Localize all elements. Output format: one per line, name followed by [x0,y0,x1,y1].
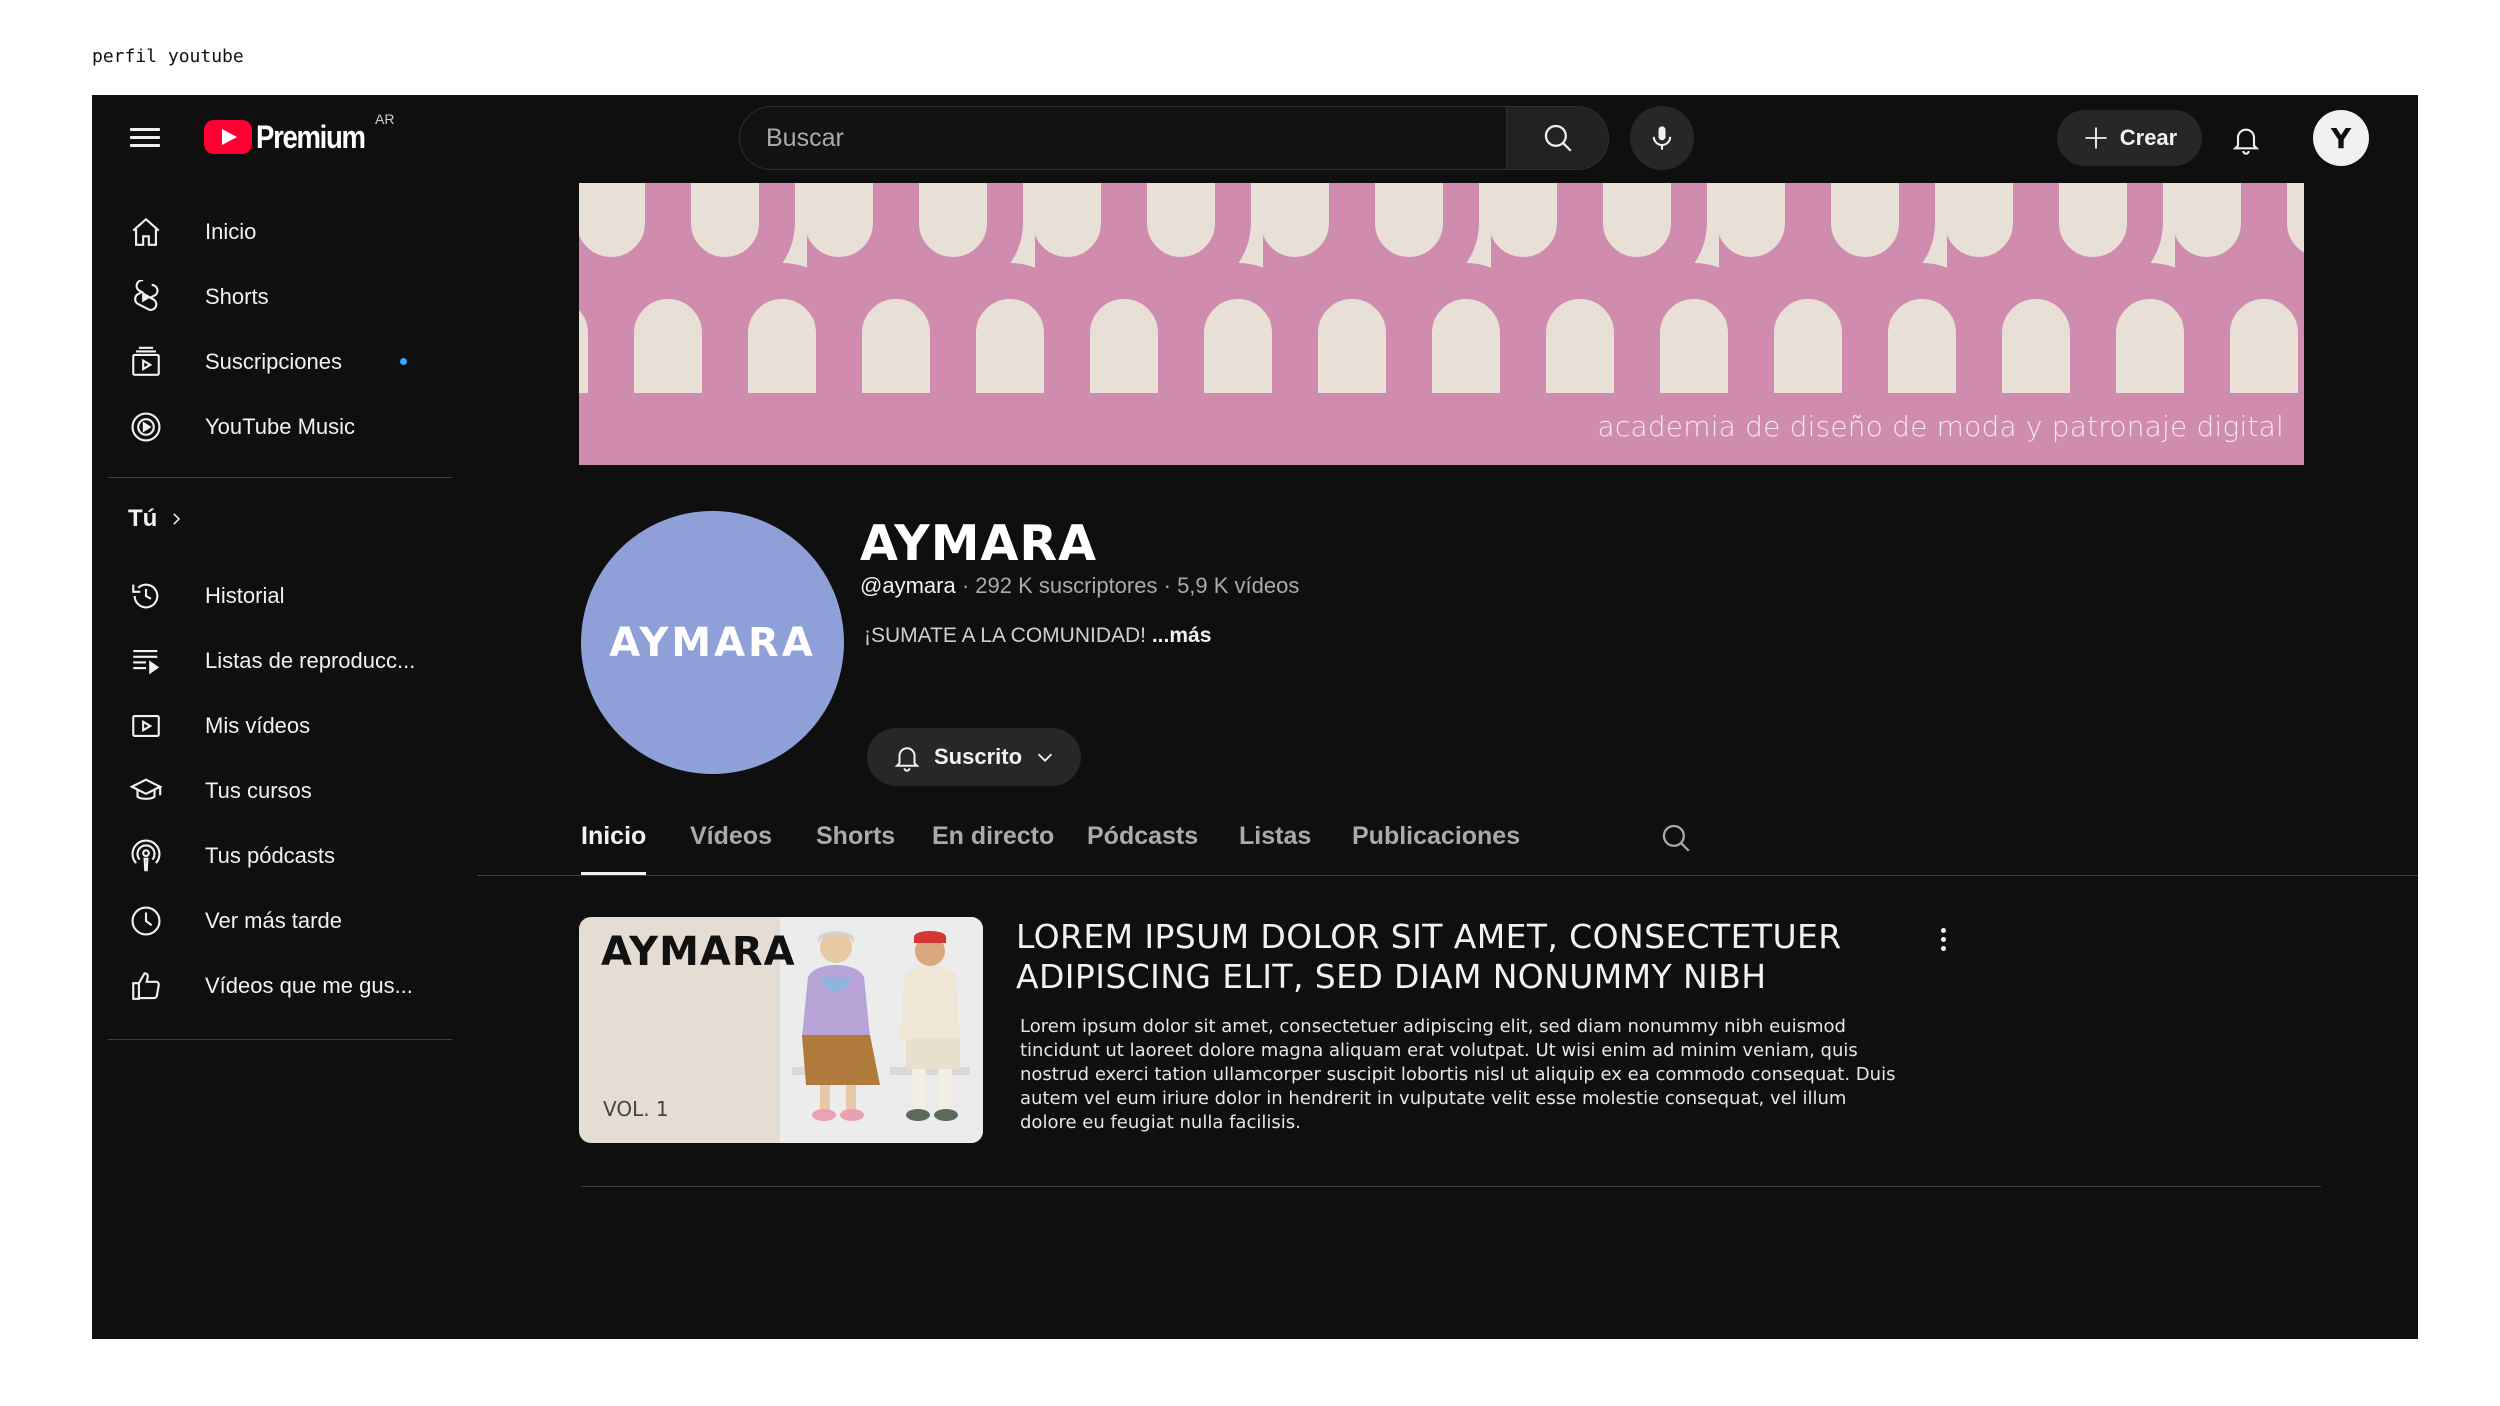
channel-avatar-text: AYMARA [609,619,816,666]
notifications-button[interactable] [2220,113,2272,165]
subscribed-button[interactable]: Suscrito [867,728,1081,786]
voice-search-button[interactable] [1630,106,1694,170]
sidebar-item-tus-podcasts[interactable]: Tus pódcasts [92,823,452,888]
tab-en-directo[interactable]: En directo [932,813,1054,875]
sidebar-item-label: Historial [205,582,285,608]
sidebar-item-ver-mas-tarde[interactable]: Ver más tarde [92,888,452,953]
sidebar-item-label: Listas de reproducc... [205,647,416,673]
search-input[interactable] [740,107,1608,169]
you-label: Tú [128,505,158,532]
youtube-play-icon [204,120,252,154]
sidebar-divider [108,477,452,478]
sidebar-item-listas[interactable]: Listas de reproducc... [92,628,452,693]
channel-search-button[interactable] [1659,821,1693,855]
bell-icon [2232,128,2260,155]
sidebar-item-label: Shorts [205,283,269,309]
channel-banner: academia de diseño de moda y patronaje d… [579,183,2304,465]
chevron-right-icon [173,513,181,525]
video-count: 5,9 K vídeos [1177,573,1300,598]
sidebar-item-label: Tus cursos [205,777,312,803]
chevron-down-icon [1037,753,1053,762]
tab-videos[interactable]: Vídeos [690,813,772,875]
thumbnail-volume: VOL. 1 [603,1097,669,1121]
tab-inicio[interactable]: Inicio [581,813,647,875]
channel-name: AYMARA [860,515,1098,572]
search-button[interactable] [1506,107,1608,169]
description-text: ¡SUMATE A LA COMUNIDAD! [864,624,1146,647]
page-caption: perfil youtube [92,46,244,67]
sidebar-item-tus-cursos[interactable]: Tus cursos [92,758,452,823]
channel-meta: @aymara · 292 K suscriptores · 5,9 K víd… [860,573,1299,599]
sidebar-item-label: Mis vídeos [205,712,311,738]
sidebar-item-inicio[interactable]: Inicio [92,199,452,264]
create-button[interactable]: Crear [2057,110,2202,166]
sidebar-you-header[interactable]: Tú [128,505,185,533]
country-code: AR [375,111,395,127]
channel-tabs: Inicio Vídeos Shorts En directo Pódcasts… [477,813,2418,876]
sidebar-item-label: Tus pódcasts [205,842,336,868]
featured-video-description: Lorem ipsum dolor sit amet, consectetuer… [1020,1016,1896,1133]
logo-text: Premium [256,118,366,155]
bell-icon [894,747,920,772]
more-options-icon[interactable] [1929,923,1957,955]
banner-pattern [579,183,2304,393]
more-link[interactable]: ...más [1152,624,1212,647]
sidebar-item-historial[interactable]: Historial [92,563,452,628]
sidebar-item-youtube-music[interactable]: YouTube Music [92,394,452,459]
banner-tagline: academia de diseño de moda y patronaje d… [1597,410,2284,443]
plus-icon [2085,127,2107,149]
user-avatar[interactable]: Y [2313,110,2369,166]
subscriptions-icon [128,344,164,380]
tab-podcasts[interactable]: Pódcasts [1087,813,1198,875]
sidebar-item-label: Ver más tarde [205,907,342,933]
menu-icon[interactable] [130,123,162,155]
youtube-premium-logo[interactable]: Premium [204,115,382,159]
playlists-icon [128,643,164,679]
search-icon [1544,124,1572,152]
courses-icon [128,773,164,809]
sidebar-item-mis-videos[interactable]: Mis vídeos [92,693,452,758]
featured-video-title[interactable]: LOREM IPSUM DOLOR SIT AMET, CONSECTETUER… [1016,917,1936,997]
youtube-music-icon [128,409,164,445]
section-divider [581,1186,2321,1187]
thumbnail-photo [780,917,983,1143]
new-content-badge [400,358,407,365]
sidebar-item-shorts[interactable]: Shorts [92,264,452,329]
sidebar-item-label: Suscripciones [205,348,342,374]
microphone-icon [1652,126,1672,150]
create-label: Crear [2119,125,2178,150]
tab-listas[interactable]: Listas [1239,813,1311,875]
subscribed-label: Suscrito [933,744,1023,769]
home-icon [128,214,164,250]
my-videos-icon [128,708,164,744]
youtube-app: Premium AR Crear Y Inicio Shorts [92,95,2418,1339]
meta-separator: · [961,573,976,598]
channel-avatar[interactable]: AYMARA [581,511,844,774]
history-icon [128,578,164,614]
thumbnail-title: AYMARA [601,929,796,975]
search-icon [1662,824,1690,852]
sidebar-item-label: YouTube Music [205,413,356,439]
podcasts-icon [128,838,164,874]
sidebar-divider [108,1039,452,1040]
search-bar [739,106,1609,170]
watch-later-icon [128,903,164,939]
sidebar-item-videos-que-me-gustan[interactable]: Vídeos que me gus... [92,953,452,1018]
sidebar-item-label: Vídeos que me gus... [205,972,413,998]
top-bar: Premium AR Crear Y [92,95,2418,183]
tab-shorts[interactable]: Shorts [816,813,895,875]
channel-handle: @aymara [860,573,956,598]
thumbs-up-icon [128,968,164,1004]
sidebar-item-label: Inicio [205,218,257,244]
shorts-icon [128,279,164,315]
subscriber-count: 292 K suscriptores [975,573,1158,598]
featured-video-thumbnail[interactable]: AYMARA VOL. 1 [579,917,983,1143]
tab-publicaciones[interactable]: Publicaciones [1352,813,1520,875]
sidebar-item-suscripciones[interactable]: Suscripciones [92,329,452,394]
meta-separator: · [1163,573,1178,598]
channel-description[interactable]: ¡SUMATE A LA COMUNIDAD! ...más [864,624,1211,648]
